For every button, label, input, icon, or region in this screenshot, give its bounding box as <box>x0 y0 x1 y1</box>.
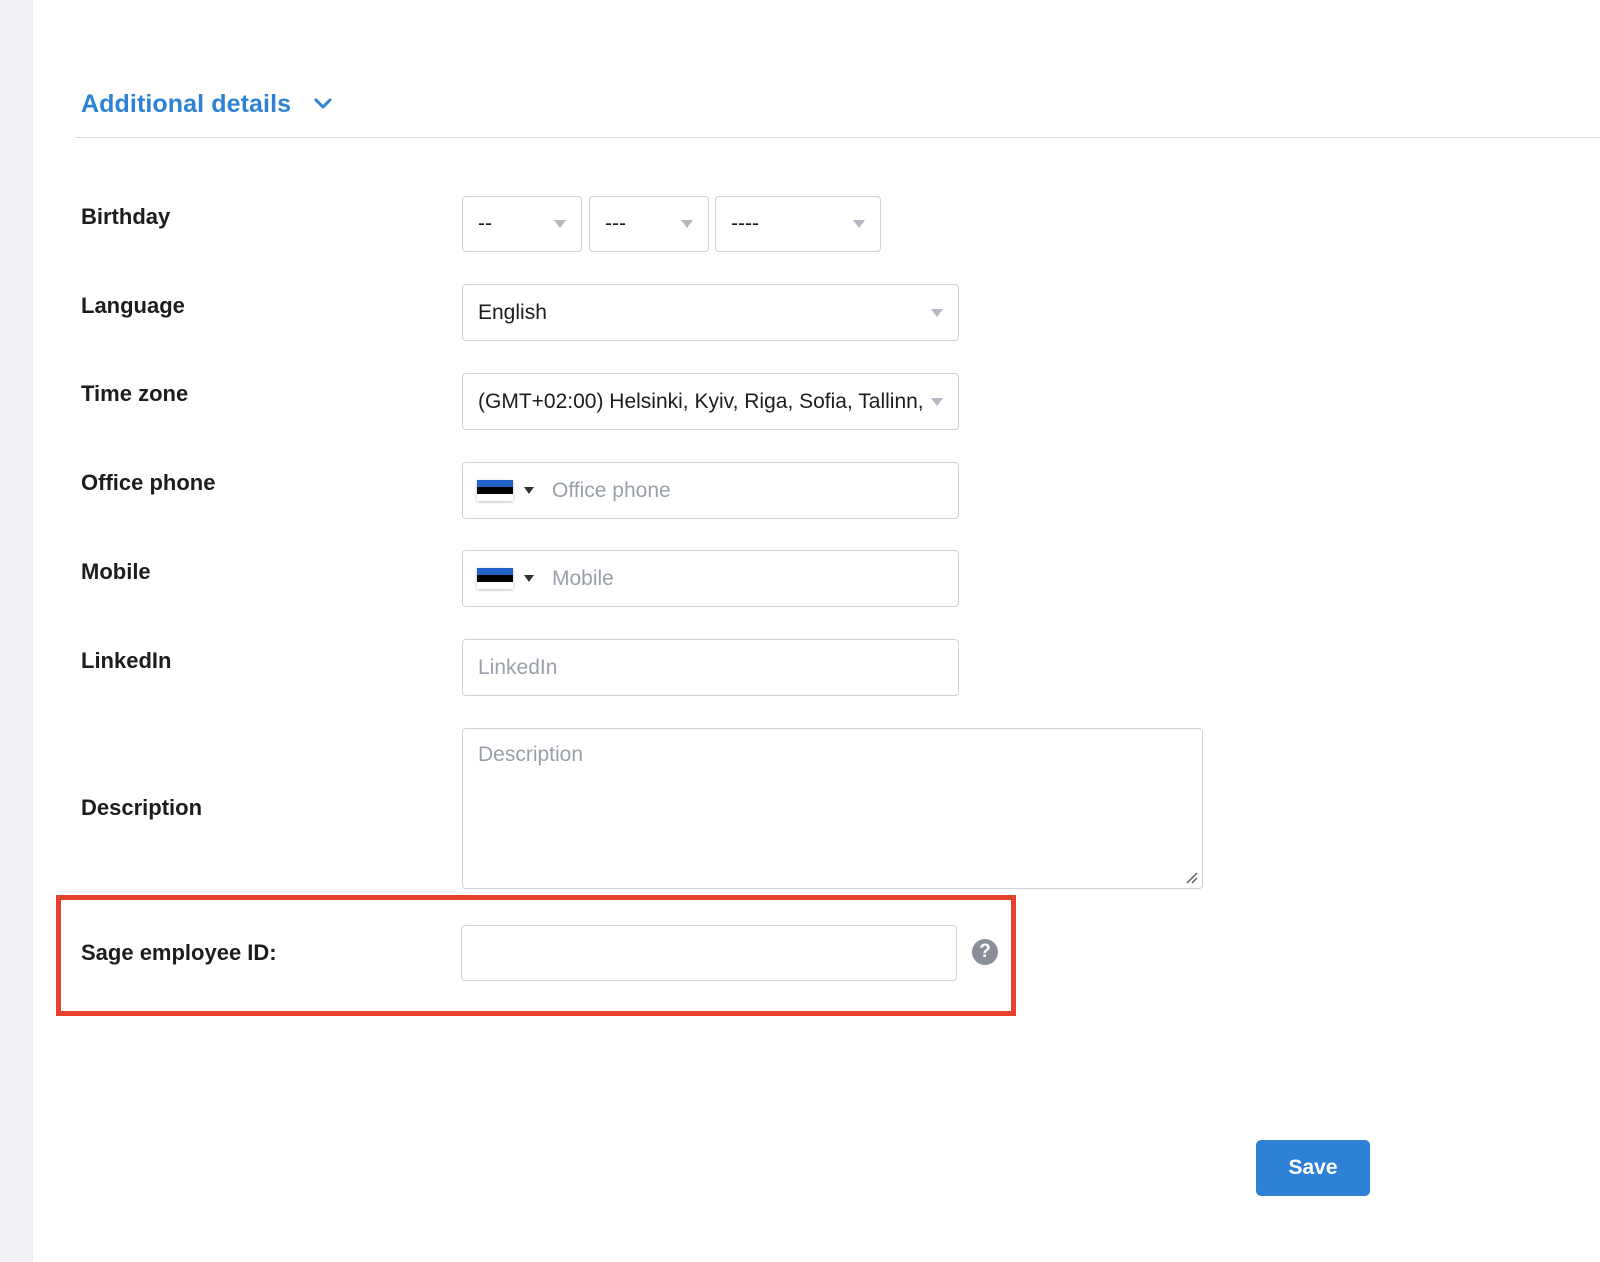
caret-down-icon <box>524 575 534 582</box>
birthday-day-value: -- <box>478 212 492 235</box>
timezone-value: (GMT+02:00) Helsinki, Kyiv, Riga, Sofia,… <box>478 389 925 413</box>
mobile-input[interactable] <box>542 551 958 606</box>
language-select[interactable]: English <box>462 284 959 341</box>
mobile-label: Mobile <box>81 559 151 584</box>
description-textarea[interactable] <box>462 728 1203 889</box>
linkedin-input[interactable] <box>462 639 959 696</box>
language-value: English <box>478 300 547 324</box>
birthday-month-select[interactable]: --- <box>589 196 709 252</box>
question-circle-icon[interactable]: ? <box>972 939 998 965</box>
section-divider <box>75 137 1600 138</box>
estonia-flag-icon <box>477 568 513 589</box>
birthday-year-select[interactable]: ---- <box>715 196 881 252</box>
timezone-label: Time zone <box>81 381 189 406</box>
sage-employee-id-input[interactable] <box>461 925 957 981</box>
mobile-country-picker[interactable] <box>463 551 542 606</box>
caret-down-icon <box>931 308 943 317</box>
office-phone-field <box>462 462 959 519</box>
mobile-field <box>462 550 959 607</box>
linkedin-label: LinkedIn <box>81 648 172 673</box>
office-phone-label: Office phone <box>81 470 216 495</box>
additional-details-toggle[interactable]: Additional details <box>81 86 334 122</box>
section-title: Additional details <box>81 89 292 118</box>
caret-down-icon <box>681 220 693 228</box>
resize-grip-icon[interactable] <box>1186 872 1198 884</box>
birthday-day-select[interactable]: -- <box>462 196 582 252</box>
birthday-label: Birthday <box>81 204 171 229</box>
chevron-down-icon <box>312 93 334 115</box>
caret-down-icon <box>524 487 534 494</box>
estonia-flag-icon <box>477 480 513 501</box>
caret-down-icon <box>853 220 865 228</box>
caret-down-icon <box>554 220 566 228</box>
birthday-year-value: ---- <box>731 212 759 235</box>
sage-employee-id-label: Sage employee ID: <box>81 940 277 965</box>
save-button[interactable]: Save <box>1256 1140 1370 1196</box>
description-label: Description <box>81 795 203 820</box>
birthday-month-value: --- <box>605 212 626 235</box>
office-phone-country-picker[interactable] <box>463 463 542 518</box>
office-phone-input[interactable] <box>542 463 958 518</box>
language-label: Language <box>81 293 185 318</box>
timezone-select[interactable]: (GMT+02:00) Helsinki, Kyiv, Riga, Sofia,… <box>462 373 959 430</box>
left-rail <box>0 0 33 1262</box>
caret-down-icon <box>931 397 943 406</box>
